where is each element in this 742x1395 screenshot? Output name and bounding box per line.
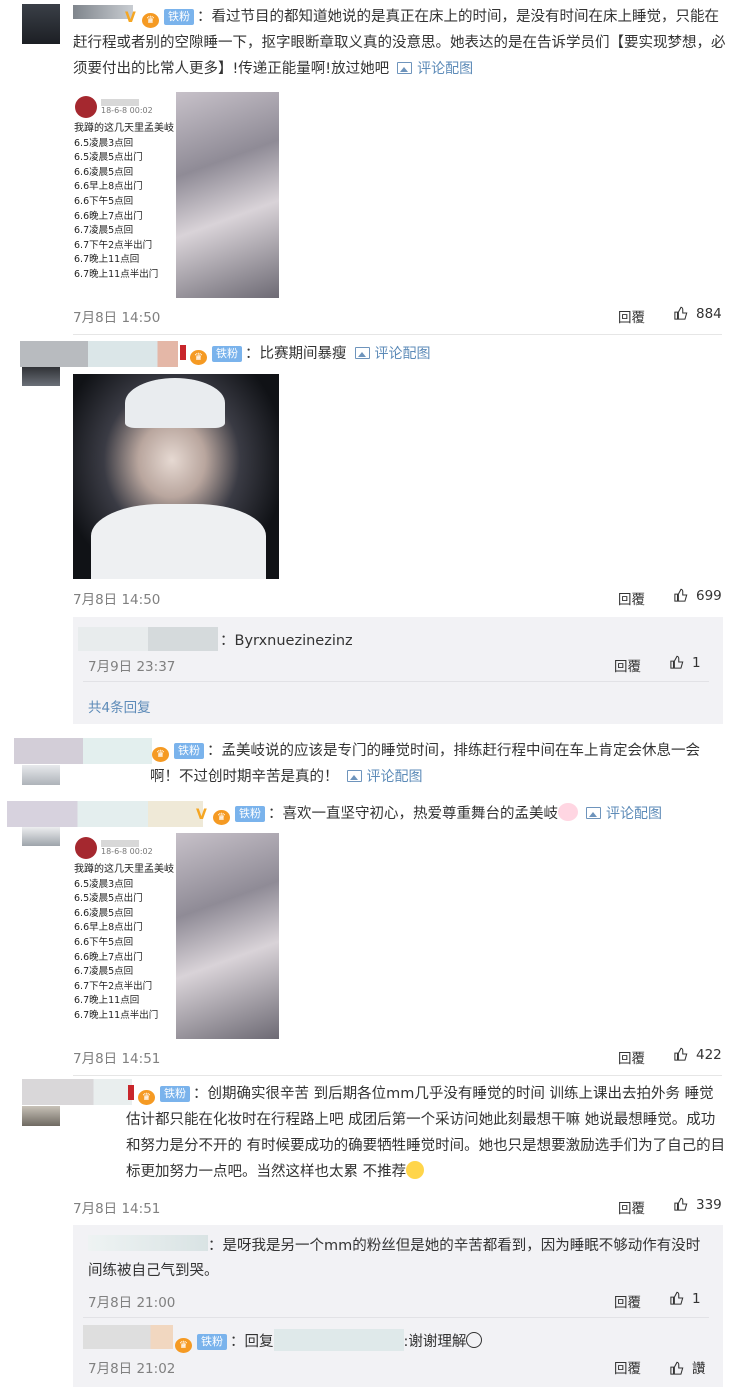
fan-badge: 铁粉	[197, 1334, 227, 1350]
more-replies-link[interactable]: 共4条回复	[88, 696, 151, 716]
thumbs-up-icon	[670, 655, 684, 669]
comment-text: V ♛ 铁粉 ：喜欢一直坚守初心，热爱尊重舞台的孟美岐 评论配图	[196, 801, 728, 827]
crown-icon: ♛	[190, 350, 207, 365]
laugh-cry-emoji-icon	[406, 1161, 425, 1179]
headphones-emoji-icon	[466, 1332, 483, 1348]
image-icon	[354, 347, 370, 359]
reply-button[interactable]: 回覆	[614, 655, 641, 675]
verified-icon: V	[196, 807, 207, 823]
divider	[83, 1317, 709, 1318]
shirt	[91, 504, 266, 579]
comment-time: 7月8日 14:51	[73, 1201, 161, 1217]
reply-button[interactable]: 回覆	[618, 588, 645, 608]
like-count: 339	[696, 1197, 722, 1213]
reply-author-name[interactable]	[83, 1325, 173, 1349]
divider	[73, 1075, 722, 1076]
author-name[interactable]	[22, 1079, 132, 1105]
comment-pic-link[interactable]: 评论配图	[397, 61, 473, 77]
image-avatar-icon	[75, 837, 97, 859]
bunny-emoji-icon	[558, 803, 578, 821]
reply-box: ：Byrxnuezinezinz 7月9日 23:37 回覆 1 共4条回复	[73, 617, 723, 724]
like-button[interactable]: 422	[674, 1047, 722, 1063]
like-button[interactable]: 讚	[670, 1357, 706, 1377]
like-count: 422	[696, 1047, 722, 1063]
thumbs-up-icon	[674, 306, 688, 320]
thumbs-up-icon	[674, 1047, 688, 1061]
crown-icon: ♛	[213, 810, 230, 825]
cap	[125, 378, 225, 428]
crown-icon: ♛	[142, 13, 159, 28]
like-count: 699	[696, 588, 722, 604]
fan-badge: 铁粉	[174, 743, 204, 759]
comment-pic-link[interactable]: 评论配图	[586, 806, 662, 822]
comment-text: ♛ 铁粉 ：比赛期间暴瘦 评论配图	[178, 341, 728, 367]
comment-image-photos[interactable]	[176, 92, 279, 298]
comment-photo[interactable]	[73, 374, 279, 579]
comment-time: 7月8日 14:50	[73, 310, 161, 326]
like-count: 884	[696, 306, 722, 322]
fan-badge: 铁粉	[164, 9, 194, 25]
like-button[interactable]: 1	[670, 655, 701, 671]
comment-pic-link[interactable]: 评论配图	[354, 346, 431, 362]
image-icon	[397, 62, 413, 74]
verified-icon: V	[125, 10, 136, 26]
reply-author-name[interactable]	[78, 627, 218, 651]
crown-icon: ♛	[175, 1338, 192, 1353]
fan-badge: 铁粉	[160, 1086, 190, 1102]
author-name[interactable]	[14, 738, 152, 764]
like-button[interactable]: 699	[674, 588, 722, 604]
reply-button[interactable]: 回覆	[618, 306, 645, 326]
image-icon	[586, 807, 601, 819]
avatar[interactable]	[22, 765, 60, 785]
reply-time: 7月8日 21:00	[88, 1295, 176, 1311]
reply-time: 7月9日 23:37	[88, 659, 176, 675]
like-count: 1	[692, 655, 701, 671]
reply-button[interactable]: 回覆	[614, 1291, 641, 1311]
crown-icon	[128, 1085, 134, 1100]
like-count: 讚	[692, 1361, 706, 1377]
thumbs-up-icon	[670, 1291, 684, 1305]
image-icon	[346, 770, 362, 782]
avatar[interactable]	[22, 1106, 60, 1126]
crown-icon	[180, 345, 186, 360]
reply-text: ：Byrxnuezinezinz	[220, 633, 353, 649]
author-name[interactable]	[20, 341, 178, 367]
divider	[73, 334, 722, 335]
reply-text: ♛ 铁粉 ：回复:谢谢理解	[173, 1329, 483, 1353]
thumbs-up-icon	[670, 1361, 684, 1375]
avatar[interactable]	[22, 826, 60, 846]
like-button[interactable]: 339	[674, 1197, 722, 1213]
crown-icon: ♛	[138, 1090, 155, 1105]
image-avatar-icon	[75, 96, 97, 118]
author-name[interactable]	[7, 801, 203, 827]
avatar[interactable]	[22, 4, 60, 44]
comment-image-photos[interactable]	[176, 833, 279, 1039]
comment-text: ♛ 铁粉 ：创期确实很辛苦 到后期各位mm几乎没有睡觉的时间 训练上课出去拍外务 睡…	[126, 1085, 726, 1180]
reply-text: ：是呀我是另一个mm的粉丝但是她的辛苦都看到，因为睡眠不够动作有没时间练被自己气…	[88, 1238, 701, 1279]
comment-text: V ♛ 铁粉 ：看过节目的都知道她说的是真正在床上的时间，是没有时间在床上睡觉，只能在…	[73, 9, 726, 77]
comment-image[interactable]: 18-6-8 00:02 我蹲的这几天里孟美岐 6.5凌晨3点回 6.5凌晨5点…	[73, 833, 177, 1039]
reply-button[interactable]: 回覆	[618, 1047, 645, 1067]
avatar[interactable]	[22, 366, 60, 386]
reply-button[interactable]: 回覆	[618, 1197, 645, 1217]
comment-time: 7月8日 14:50	[73, 592, 161, 608]
thumbs-up-icon	[674, 1197, 688, 1211]
comment-pic-link[interactable]: 评论配图	[346, 769, 423, 785]
comment-image[interactable]: 18-6-8 00:02 我蹲的这几天里孟美岐 6.5凌晨3点回 6.5凌晨5点…	[73, 92, 177, 298]
thumbs-up-icon	[674, 588, 688, 602]
comment-text: ♛ 铁粉 ：孟美岐说的应该是专门的睡觉时间，排练赶行程中间在车上肯定会休息一会啊！不…	[150, 743, 700, 785]
reply-button[interactable]: 回覆	[614, 1357, 641, 1377]
like-button[interactable]: 1	[670, 1291, 701, 1307]
mention-name[interactable]	[273, 1329, 404, 1351]
crown-icon: ♛	[152, 747, 169, 762]
fan-badge: 铁粉	[212, 346, 242, 362]
reply-box: ：是呀我是另一个mm的粉丝但是她的辛苦都看到，因为睡眠不够动作有没时间练被自己气…	[73, 1225, 723, 1387]
reply-time: 7月8日 21:02	[88, 1361, 176, 1377]
like-button[interactable]: 884	[674, 306, 722, 322]
fan-badge: 铁粉	[235, 806, 265, 822]
divider	[83, 681, 709, 682]
comment-time: 7月8日 14:51	[73, 1051, 161, 1067]
like-count: 1	[692, 1291, 701, 1307]
